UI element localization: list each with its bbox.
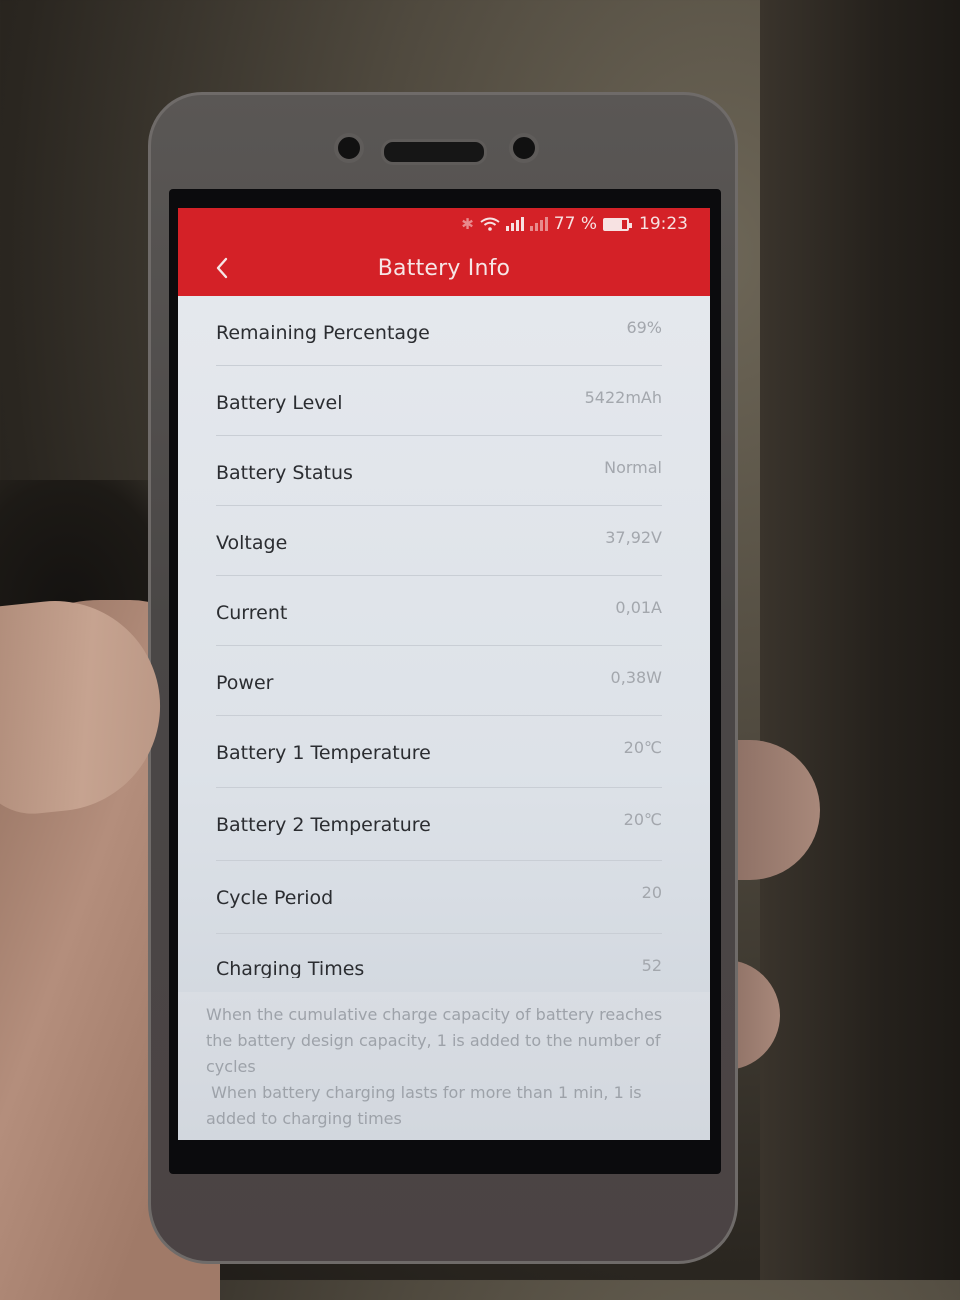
- bluetooth-icon: ✱: [461, 215, 474, 233]
- info-row-power: Power 0,38W: [216, 646, 662, 716]
- info-row-current: Current 0,01A: [216, 576, 662, 646]
- info-row-battery-status: Battery Status Normal: [216, 436, 662, 506]
- chevron-left-icon: [216, 257, 228, 279]
- earpiece-speaker: [381, 139, 487, 165]
- info-row-voltage: Voltage 37,92V: [216, 506, 662, 576]
- row-label: Battery Level: [216, 392, 343, 414]
- row-value: 20℃: [623, 810, 662, 829]
- back-button[interactable]: [206, 252, 238, 284]
- app-bar: Battery Info: [178, 240, 710, 296]
- footnote-cycles: When the cumulative charge capacity of b…: [206, 1005, 668, 1076]
- phone-screen: ✱ 77 % 19:23 Battery Info Remaining Perc…: [178, 208, 710, 1140]
- info-row-charging-times: Charging Times 52: [216, 934, 662, 978]
- proximity-sensor: [509, 133, 539, 163]
- row-value: 0,01A: [615, 598, 662, 617]
- page-title: Battery Info: [377, 255, 511, 281]
- row-value: 20: [641, 883, 662, 902]
- info-row-cycle-period: Cycle Period 20: [216, 861, 662, 934]
- clock: 19:23: [639, 214, 688, 234]
- battery-info-list[interactable]: Remaining Percentage 69% Battery Level 5…: [178, 296, 710, 978]
- row-value: 20℃: [623, 738, 662, 757]
- row-value: Normal: [604, 458, 662, 477]
- row-value: 37,92V: [605, 528, 662, 547]
- status-bar: ✱ 77 % 19:23: [178, 208, 710, 240]
- info-row-battery-level: Battery Level 5422mAh: [216, 366, 662, 436]
- battery-icon: [603, 217, 632, 231]
- battery-fill: [605, 219, 622, 229]
- row-label: Power: [216, 672, 274, 694]
- footnote: When the cumulative charge capacity of b…: [178, 992, 710, 1140]
- row-label: Battery Status: [216, 462, 353, 484]
- row-label: Cycle Period: [216, 887, 334, 909]
- front-camera: [334, 133, 364, 163]
- row-value: 0,38W: [610, 668, 662, 687]
- signal-dim-icon: [529, 217, 548, 231]
- info-row-battery-1-temperature: Battery 1 Temperature 20℃: [216, 716, 662, 788]
- background-wall: [760, 0, 960, 1280]
- row-label: Battery 1 Temperature: [216, 742, 431, 764]
- signal-icon: [505, 217, 524, 231]
- row-label: Voltage: [216, 532, 288, 554]
- row-label: Charging Times: [216, 958, 365, 978]
- info-row-remaining-percentage: Remaining Percentage 69%: [216, 296, 662, 366]
- row-value: 5422mAh: [584, 388, 662, 407]
- row-label: Remaining Percentage: [216, 322, 430, 344]
- row-value: 69%: [626, 318, 662, 337]
- battery-percent: 77 %: [553, 214, 597, 234]
- row-label: Battery 2 Temperature: [216, 814, 431, 836]
- row-label: Current: [216, 602, 288, 624]
- row-value: 52: [641, 956, 662, 975]
- footnote-charging-times: When battery charging lasts for more tha…: [206, 1083, 647, 1128]
- info-row-battery-2-temperature: Battery 2 Temperature 20℃: [216, 788, 662, 861]
- wifi-icon: [480, 217, 500, 231]
